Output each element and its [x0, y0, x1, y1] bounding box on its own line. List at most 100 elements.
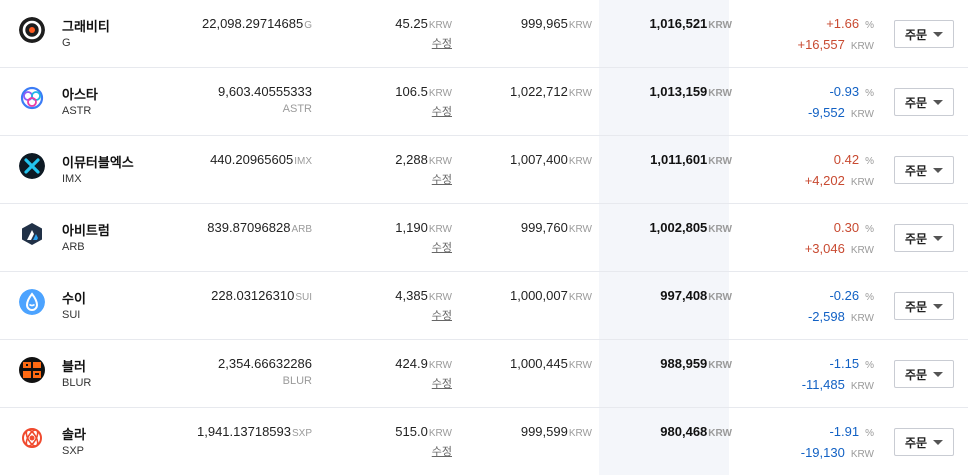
holding-quantity: 228.03126310SUI [211, 288, 312, 303]
order-label: 주문 [904, 27, 928, 42]
krw-unit: KRW [568, 156, 592, 167]
order-dropdown-button[interactable]: 주문 [894, 224, 954, 252]
order-dropdown-button[interactable]: 주문 [894, 156, 954, 184]
profit-amount: +4,202 KRW [804, 173, 874, 188]
coin-name[interactable]: 솔라 [62, 424, 86, 443]
profit-amount: +16,557 KRW [797, 37, 874, 52]
coin-symbol: G [62, 37, 71, 49]
coin-name[interactable]: 아스타 [62, 84, 98, 103]
krw-unit: KRW [708, 88, 732, 99]
profit-amount: -19,130 KRW [800, 445, 874, 460]
order-dropdown-button[interactable]: 주문 [894, 20, 954, 48]
arbitrum-icon [19, 221, 45, 247]
profit-rate: 0.42% [833, 152, 874, 167]
profit-amount: -9,552 KRW [807, 105, 874, 120]
edit-average-price-link[interactable]: 수정 [432, 35, 452, 51]
holding-quantity: 839.87096828ARB [207, 220, 312, 235]
astar-icon [19, 85, 45, 111]
average-buy-price: 45.25KRW [395, 16, 452, 31]
quantity-unit: IMX [294, 156, 312, 167]
edit-average-price-link[interactable]: 수정 [432, 171, 452, 187]
average-buy-price: 515.0KRW [395, 424, 452, 439]
quantity-symbol: BLUR [282, 375, 312, 387]
evaluation-amount: 988,959KRW [660, 356, 732, 371]
percent-unit: % [865, 428, 874, 439]
buy-amount: 999,760KRW [520, 220, 592, 235]
coin-symbol: BLUR [62, 377, 92, 389]
krw-unit: KRW [850, 381, 874, 392]
edit-average-price-link[interactable]: 수정 [432, 239, 452, 255]
coin-symbol: ARB [62, 241, 85, 253]
coin-symbol: SXP [62, 445, 85, 457]
percent-unit: % [865, 156, 874, 167]
evaluation-amount: 1,013,159KRW [649, 84, 732, 99]
buy-amount: 1,022,712KRW [510, 84, 592, 99]
krw-unit: KRW [428, 292, 452, 303]
coin-symbol: SUI [62, 309, 81, 321]
average-buy-price: 2,288KRW [395, 152, 452, 167]
profit-amount: +3,046 KRW [804, 241, 874, 256]
evaluation-amount: 980,468KRW [660, 424, 732, 439]
krw-unit: KRW [850, 313, 874, 324]
coin-name[interactable]: 그래비티 [62, 16, 110, 35]
krw-unit: KRW [568, 20, 592, 31]
evaluation-amount: 1,016,521KRW [649, 16, 732, 31]
order-label: 주문 [904, 299, 928, 314]
edit-average-price-link[interactable]: 수정 [432, 103, 452, 119]
edit-average-price-link[interactable]: 수정 [432, 307, 452, 323]
quantity-symbol: ASTR [282, 103, 312, 115]
coin-name[interactable]: 이뮤터블엑스 [62, 152, 134, 171]
krw-unit: KRW [428, 20, 452, 31]
order-dropdown-button[interactable]: 주문 [894, 88, 954, 116]
gravity-icon [19, 17, 45, 43]
krw-unit: KRW [708, 292, 732, 303]
percent-unit: % [865, 88, 874, 99]
quantity-unit: SXP [291, 428, 312, 439]
chevron-down-icon [933, 235, 944, 241]
krw-unit: KRW [428, 428, 452, 439]
profit-rate: 0.30% [833, 220, 874, 235]
profit-rate: -1.15% [829, 356, 874, 371]
holding-row[interactable]: 수이 SUI 228.03126310SUI 4,385KRW 수정 1,000… [0, 272, 968, 340]
coin-name[interactable]: 수이 [62, 288, 86, 307]
holding-row[interactable]: 그래비티 G 22,098.29714685G 45.25KRW 수정 999,… [0, 0, 968, 68]
holding-quantity: 2,354.66632286 [218, 356, 312, 371]
order-dropdown-button[interactable]: 주문 [894, 292, 954, 320]
coin-symbol: IMX [62, 173, 82, 185]
percent-unit: % [865, 292, 874, 303]
krw-unit: KRW [568, 88, 592, 99]
krw-unit: KRW [850, 41, 874, 52]
quantity-unit: G [304, 20, 312, 31]
krw-unit: KRW [428, 88, 452, 99]
krw-unit: KRW [850, 245, 874, 256]
order-dropdown-button[interactable]: 주문 [894, 360, 954, 388]
average-buy-price: 424.9KRW [395, 356, 452, 371]
sui-icon [19, 289, 45, 315]
buy-amount: 999,965KRW [520, 16, 592, 31]
holding-row[interactable]: 아스타 ASTR 9,603.40555333 ASTR 106.5KRW 수정… [0, 68, 968, 136]
chevron-down-icon [933, 371, 944, 377]
holding-quantity: 22,098.29714685G [202, 16, 312, 31]
holding-row[interactable]: 이뮤터블엑스 IMX 440.20965605IMX 2,288KRW 수정 1… [0, 136, 968, 204]
order-label: 주문 [904, 231, 928, 246]
profit-rate: -0.93% [829, 84, 874, 99]
holding-row[interactable]: 아비트럼 ARB 839.87096828ARB 1,190KRW 수정 999… [0, 204, 968, 272]
edit-average-price-link[interactable]: 수정 [432, 443, 452, 459]
krw-unit: KRW [708, 20, 732, 31]
coin-name[interactable]: 아비트럼 [62, 220, 110, 239]
krw-unit: KRW [850, 109, 874, 120]
coin-symbol: ASTR [62, 105, 92, 117]
solar-icon [19, 425, 45, 451]
coin-name[interactable]: 블러 [62, 356, 86, 375]
edit-average-price-link[interactable]: 수정 [432, 375, 452, 391]
order-dropdown-button[interactable]: 주문 [894, 428, 954, 456]
holding-row[interactable]: 블러 BLUR 2,354.66632286 BLUR 424.9KRW 수정 … [0, 340, 968, 408]
krw-unit: KRW [708, 224, 732, 235]
krw-unit: KRW [708, 428, 732, 439]
order-label: 주문 [904, 435, 928, 450]
krw-unit: KRW [428, 224, 452, 235]
quantity-unit: SUI [295, 292, 312, 303]
holding-quantity: 440.20965605IMX [210, 152, 312, 167]
holding-row[interactable]: 솔라 SXP 1,941.13718593SXP 515.0KRW 수정 999… [0, 408, 968, 475]
average-buy-price: 4,385KRW [395, 288, 452, 303]
